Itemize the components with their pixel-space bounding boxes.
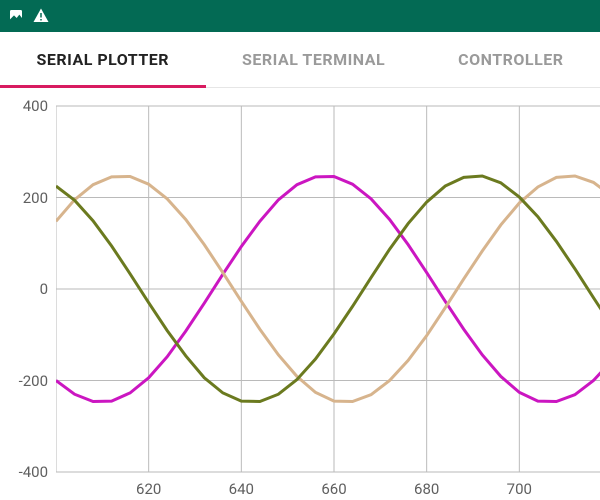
tab-label: CONTROLLER (458, 50, 563, 69)
warning-icon (32, 7, 50, 25)
tab-serial-plotter[interactable]: SERIAL PLOTTER (0, 32, 206, 87)
x-tick-label: 640 (229, 480, 254, 498)
tab-label: SERIAL PLOTTER (37, 50, 170, 69)
status-bar (0, 0, 600, 32)
y-tick-label: -400 (0, 463, 54, 481)
serial-plotter-chart[interactable]: -400 -200 0 200 400 620 640 660 680 700 (0, 88, 600, 500)
tab-controller[interactable]: CONTROLLER (422, 32, 600, 87)
tab-serial-terminal[interactable]: SERIAL TERMINAL (206, 32, 422, 87)
y-tick-label: 200 (0, 189, 54, 207)
x-tick-label: 660 (321, 480, 346, 498)
y-tick-label: 400 (0, 97, 54, 115)
y-tick-label: 0 (0, 280, 54, 298)
x-tick-label: 620 (136, 480, 161, 498)
x-tick-label: 700 (507, 480, 532, 498)
y-tick-label: -200 (0, 372, 54, 390)
x-tick-label: 680 (414, 480, 439, 498)
tab-bar: SERIAL PLOTTER SERIAL TERMINAL CONTROLLE… (0, 32, 600, 88)
tab-label: SERIAL TERMINAL (242, 50, 385, 69)
plot-svg (56, 88, 600, 500)
image-icon (8, 8, 24, 24)
